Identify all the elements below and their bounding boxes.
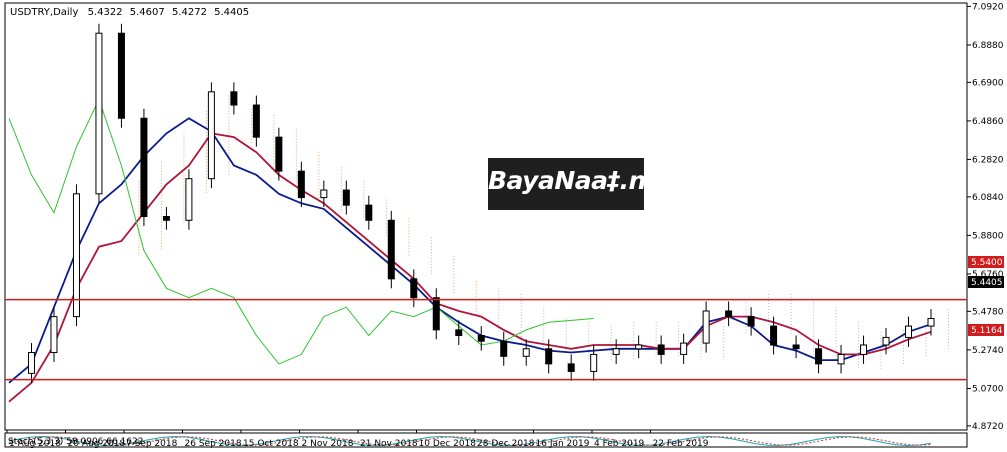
bear-candle xyxy=(387,219,395,280)
symbol-label: USDTRY,Daily xyxy=(10,7,78,18)
bull-candle xyxy=(522,348,530,357)
candlesticks[interactable] xyxy=(27,23,935,383)
close-value: 5.4405 xyxy=(214,7,249,18)
bear-candle xyxy=(770,325,778,346)
time-tick-label: 10 Dec 2018 xyxy=(419,439,477,448)
bull-candle xyxy=(320,189,328,199)
bull-candle xyxy=(612,348,620,355)
price-tick-label: 7.0920 xyxy=(972,2,1004,12)
resistance-label: 5.5400 xyxy=(971,258,1003,268)
time-tick-label: 4 Feb 2019 xyxy=(594,439,645,448)
main-plot-frame xyxy=(4,2,968,431)
bull-candle xyxy=(860,344,868,355)
price-axis: 7.0920 6.8880 6.6900 6.4860 6.2820 6.0840 5.88… xyxy=(967,2,1004,432)
bear-candle xyxy=(567,363,575,372)
header-label: USDTRY,Daily 5.4322 5.4607 5.4272 5.4405 xyxy=(10,7,249,18)
bear-candle xyxy=(342,189,350,206)
bull-candle xyxy=(590,353,598,372)
bull-candle xyxy=(27,352,35,374)
bear-candle xyxy=(252,104,260,138)
bear-candle xyxy=(117,32,125,119)
time-tick-label: 1 Aug 2018 xyxy=(9,439,61,448)
bull-candle xyxy=(50,316,58,354)
open-value: 5.4322 xyxy=(88,7,123,18)
bear-candle xyxy=(410,278,418,299)
time-tick-label: 2 Nov 2018 xyxy=(302,439,354,448)
bear-candle xyxy=(455,329,463,337)
bull-candle xyxy=(185,178,193,221)
price-tick-label: 6.4860 xyxy=(972,117,1004,127)
bear-candle xyxy=(275,136,283,172)
time-tick-label: 15 Oct 2018 xyxy=(243,439,299,448)
bear-candle xyxy=(365,204,373,221)
bull-candle xyxy=(72,193,80,318)
time-tick-label: 28 Dec 2018 xyxy=(477,439,535,448)
price-tick-label: 5.2740 xyxy=(972,346,1004,356)
support-label: 5.1164 xyxy=(971,326,1003,336)
bear-candle xyxy=(297,170,305,199)
bear-candle xyxy=(500,340,508,357)
bear-candle xyxy=(140,117,148,217)
time-tick-label: 7 Sep 2018 xyxy=(126,439,178,448)
bull-candle xyxy=(207,91,215,180)
bear-candle xyxy=(815,348,823,365)
bear-candle xyxy=(747,316,755,327)
time-tick-label: 20 Aug 2018 xyxy=(68,439,126,448)
bear-candle xyxy=(432,297,440,331)
time-tick-label: 22 Feb 2019 xyxy=(653,439,709,448)
bull-candle xyxy=(882,336,890,346)
low-value: 5.4272 xyxy=(172,7,207,18)
bear-candle xyxy=(725,310,733,318)
chart-canvas[interactable]: 7.0920 6.8880 6.6900 6.4860 6.2820 6.0840 5.88… xyxy=(0,0,1007,449)
bear-candle xyxy=(477,335,485,342)
time-tick-label: 16 Jan 2019 xyxy=(536,439,590,448)
bear-candle xyxy=(545,348,553,365)
price-tick-label: 6.0840 xyxy=(972,193,1004,203)
bull-candle xyxy=(680,342,688,355)
bull-candle xyxy=(635,344,643,350)
bull-candle xyxy=(927,318,935,327)
bull-candle xyxy=(837,353,845,365)
chart-window[interactable]: 7.0920 6.8880 6.6900 6.4860 6.2820 6.0840 5.88… xyxy=(0,0,1007,449)
price-tick-label: 5.0700 xyxy=(972,384,1004,394)
bear-candle xyxy=(230,91,238,106)
price-tick-label: 6.6900 xyxy=(972,78,1004,88)
price-tick-label: 5.8800 xyxy=(972,231,1004,241)
current-price-label: 5.4405 xyxy=(971,278,1003,288)
watermark-text: BayaNaa‡.ne‡ xyxy=(488,166,675,195)
bear-candle xyxy=(162,216,170,221)
bear-candle xyxy=(657,344,665,355)
price-tick-label: 4.8720 xyxy=(972,422,1004,432)
time-tick-label: 21 Nov 2018 xyxy=(360,439,418,448)
price-tick-label: 6.2820 xyxy=(972,155,1004,165)
high-value: 5.4607 xyxy=(130,7,165,18)
level-lines[interactable] xyxy=(5,298,967,381)
price-tick-label: 6.8880 xyxy=(972,41,1004,51)
bull-candle xyxy=(905,325,913,338)
bull-candle xyxy=(95,32,103,195)
ichimoku-cloud xyxy=(138,95,950,370)
time-tick-label: 26 Sep 2018 xyxy=(185,439,242,448)
bear-candle xyxy=(792,344,800,350)
bull-candle xyxy=(702,310,710,344)
price-tick-label: 5.4780 xyxy=(972,307,1004,317)
